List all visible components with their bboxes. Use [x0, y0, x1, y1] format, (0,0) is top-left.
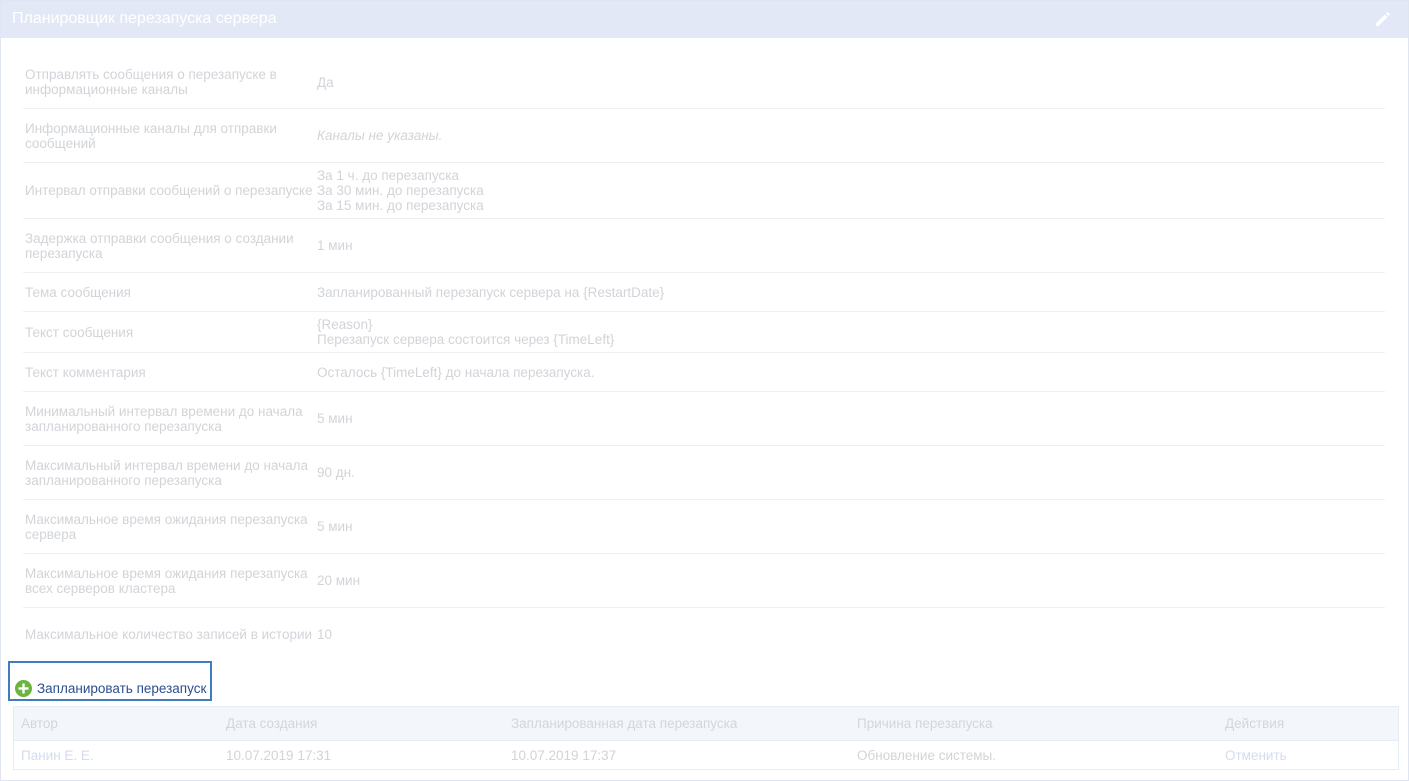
setting-value: За 1 ч. до перезапуска За 30 мин. до пер…	[317, 168, 484, 213]
setting-label: Максимальный интервал времени до начала …	[25, 457, 309, 488]
setting-label: Максимальное количество записей в истори…	[25, 627, 313, 642]
panel-header: Планировщик перезапуска сервера	[1, 1, 1408, 38]
setting-label: Интервал отправки сообщений о перезапуск…	[25, 183, 313, 198]
restart-history-table: Автор Дата создания Запланированная дата…	[13, 706, 1399, 770]
setting-value: 20 мин	[317, 573, 361, 588]
panel-title: Планировщик перезапуска сервера	[12, 10, 277, 27]
setting-value: Запланированный перезапуск сервера на {R…	[317, 284, 665, 300]
column-header-reason: Причина перезапуска	[857, 716, 993, 731]
setting-label: Информационные каналы для отправки сообщ…	[25, 120, 277, 151]
setting-value: 1 мин	[317, 238, 353, 253]
setting-value: Каналы не указаны.	[317, 128, 443, 143]
settings-list: Отправлять сообщения о перезапуске в инф…	[23, 56, 1385, 661]
column-header-scheduled: Запланированная дата перезапуска	[511, 716, 738, 731]
scheduled-date: 10.07.2019 17:37	[511, 747, 617, 763]
restart-scheduler-panel: Планировщик перезапуска сервера Отправля…	[0, 0, 1409, 781]
table-row: Панин Е. Е. 10.07.2019 17:31 10.07.2019 …	[14, 740, 1398, 769]
schedule-restart-button[interactable]: Запланировать перезапуск	[8, 661, 212, 701]
setting-label: Отправлять сообщения о перезапуске в инф…	[25, 67, 277, 97]
setting-value: {Reason} Перезапуск сервера состоится че…	[317, 317, 615, 347]
settings-row: Текст комментария Осталось {TimeLeft} до…	[23, 353, 1385, 392]
settings-row: Отправлять сообщения о перезапуске в инф…	[23, 56, 1385, 109]
author-link[interactable]: Панин Е. Е.	[14, 748, 226, 763]
setting-label: Максимальное время ожидания перезапуска …	[25, 511, 308, 542]
setting-label: Текст комментария	[25, 364, 146, 380]
settings-row: Максимальный интервал времени до начала …	[23, 446, 1385, 500]
setting-value: 90 дн.	[317, 465, 355, 480]
settings-row: Максимальное время ожидания перезапуска …	[23, 554, 1385, 608]
settings-row: Информационные каналы для отправки сообщ…	[23, 109, 1385, 163]
restart-reason: Обновление системы.	[857, 747, 997, 763]
settings-row: Текст сообщения {Reason} Перезапуск серв…	[23, 312, 1385, 353]
settings-row: Интервал отправки сообщений о перезапуск…	[23, 163, 1385, 219]
column-header-actions: Действия	[1225, 716, 1285, 731]
pencil-icon[interactable]	[1374, 10, 1392, 28]
cancel-link[interactable]: Отменить	[1225, 748, 1398, 763]
setting-label: Тема сообщения	[25, 284, 131, 300]
settings-row: Задержка отправки сообщения о создании п…	[23, 219, 1385, 273]
schedule-restart-label: Запланировать перезапуск	[37, 681, 207, 696]
plus-circle-icon	[15, 680, 32, 697]
settings-row: Максимальное количество записей в истори…	[23, 608, 1385, 661]
table-header: Автор Дата создания Запланированная дата…	[14, 707, 1398, 740]
setting-value: 5 мин	[317, 519, 353, 534]
setting-label: Максимальное время ожидания перезапуска …	[25, 565, 308, 596]
settings-row: Максимальное время ожидания перезапуска …	[23, 500, 1385, 554]
column-header-author: Автор	[21, 716, 58, 731]
setting-label: Задержка отправки сообщения о создании п…	[25, 230, 294, 261]
settings-row: Минимальный интервал времени до начала з…	[23, 392, 1385, 446]
setting-label: Минимальный интервал времени до начала з…	[25, 403, 303, 434]
created-date: 10.07.2019 17:31	[226, 747, 332, 763]
column-header-created: Дата создания	[226, 716, 318, 731]
settings-row: Тема сообщения Запланированный перезапус…	[23, 273, 1385, 312]
setting-value: Осталось {TimeLeft} до начала перезапуск…	[317, 364, 595, 380]
setting-value: 10	[317, 627, 333, 642]
setting-value: Да	[317, 74, 334, 90]
setting-value: 5 мин	[317, 411, 353, 426]
setting-label: Текст сообщения	[25, 324, 134, 340]
